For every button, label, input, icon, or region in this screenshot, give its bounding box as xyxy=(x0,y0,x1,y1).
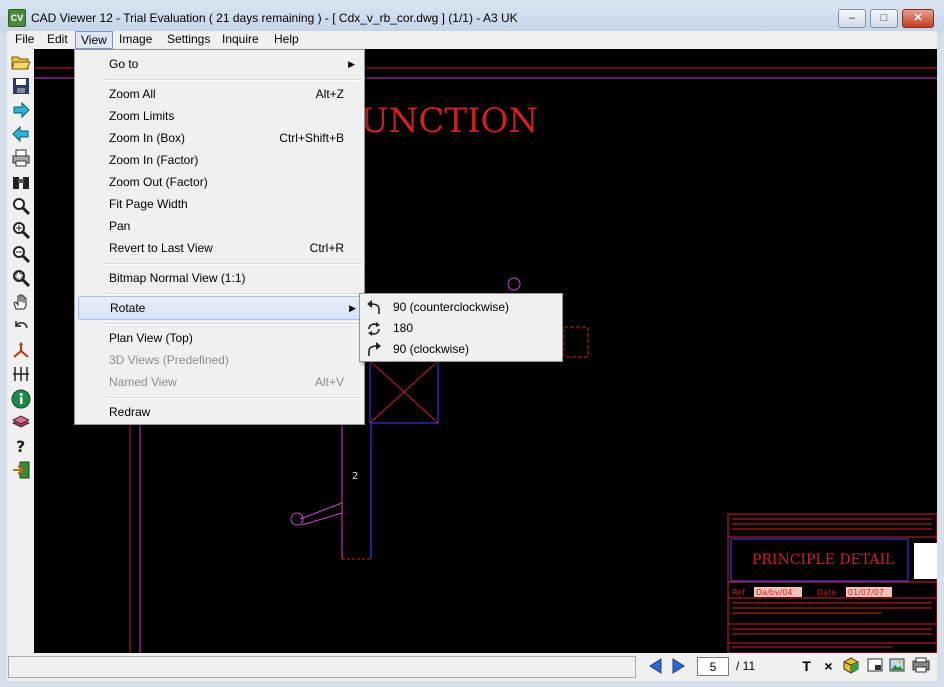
menu-item-zoom-all[interactable]: Zoom All Alt+Z xyxy=(75,83,364,105)
layers-3d-icon[interactable] xyxy=(840,656,861,677)
close-x-icon[interactable]: × xyxy=(818,656,839,677)
maximize-button[interactable]: □ xyxy=(870,9,898,28)
menu-separator xyxy=(105,79,361,81)
text-icon[interactable]: T xyxy=(796,656,817,677)
app-logo-icon: CV xyxy=(8,9,26,27)
menu-item-fit-page-width[interactable]: Fit Page Width xyxy=(75,193,364,215)
menu-separator xyxy=(105,263,361,265)
info-icon[interactable] xyxy=(10,389,31,410)
menu-separator xyxy=(105,323,361,325)
menu-separator xyxy=(105,397,361,399)
window-title: CAD Viewer 12 - Trial Evaluation ( 21 da… xyxy=(31,11,518,25)
menu-file[interactable]: File xyxy=(10,31,39,49)
image-icon[interactable] xyxy=(886,656,907,677)
open-icon[interactable] xyxy=(10,53,31,74)
prev-page-button[interactable] xyxy=(647,657,665,675)
left-toolbar: ? xyxy=(7,49,34,653)
close-button[interactable]: ✕ xyxy=(902,9,934,28)
menu-help[interactable]: Help xyxy=(269,31,304,49)
view-menu: Go to ▶ Zoom All Alt+Z Zoom Limits Zoom In… xyxy=(74,49,365,425)
layers-icon[interactable] xyxy=(10,413,31,434)
menu-item-zoom-out-factor[interactable]: Zoom Out (Factor) xyxy=(75,171,364,193)
rotate-180-icon xyxy=(368,322,380,336)
menu-item-bitmap-normal-view[interactable]: Bitmap Normal View (1:1) xyxy=(75,267,364,289)
menu-settings[interactable]: Settings xyxy=(162,31,215,49)
zoom-icon[interactable] xyxy=(10,197,31,218)
forward-icon[interactable] xyxy=(10,101,31,122)
menu-item-zoom-in-factor[interactable]: Zoom In (Factor) xyxy=(75,149,364,171)
menu-inquire[interactable]: Inquire xyxy=(217,31,264,49)
pan-hand-icon[interactable] xyxy=(10,293,31,314)
page-layout-icon[interactable] xyxy=(864,656,885,677)
menu-edit[interactable]: Edit xyxy=(42,31,73,49)
measure-icon[interactable] xyxy=(10,365,31,386)
rotate-90-cw-item[interactable]: 90 (clockwise) xyxy=(360,339,562,360)
menu-item-pan[interactable]: Pan xyxy=(75,215,364,237)
rotate-180-item[interactable]: 180 xyxy=(360,318,562,339)
undo-icon[interactable] xyxy=(10,317,31,338)
menu-item-zoom-in-box[interactable]: Zoom In (Box) Ctrl+Shift+B xyxy=(75,127,364,149)
ref-value: Da/bv/04 xyxy=(756,588,792,597)
zoom-box-icon[interactable] xyxy=(10,269,31,290)
menu-item-3d-views[interactable]: 3D Views (Predefined) xyxy=(75,349,364,371)
menu-item-revert-last-view[interactable]: Revert to Last View Ctrl+R xyxy=(75,237,364,259)
arrow-left-icon xyxy=(649,658,662,674)
menu-item-named-view[interactable]: Named View Alt+V xyxy=(75,371,364,393)
rotate-submenu: 90 (counterclockwise) 180 90 (clockwise) xyxy=(359,293,563,362)
menu-item-plan-view-top[interactable]: Plan View (Top) xyxy=(75,327,364,349)
save-icon[interactable] xyxy=(10,77,31,98)
page-number-input[interactable] xyxy=(697,657,729,676)
rotate-ccw-icon xyxy=(367,300,380,314)
help-icon[interactable]: ? xyxy=(10,437,31,458)
print-icon[interactable] xyxy=(10,149,31,170)
menu-item-rotate[interactable]: Rotate ▶ xyxy=(78,296,363,320)
axes-icon[interactable] xyxy=(10,341,31,362)
zoom-out-icon[interactable] xyxy=(10,245,31,266)
menu-separator xyxy=(105,293,361,295)
dimension-label: 2 xyxy=(352,471,358,482)
page-total: / 11 xyxy=(736,659,756,673)
title-block-title: PRINCIPLE DETAIL xyxy=(752,552,894,568)
arrow-right-icon xyxy=(672,658,685,674)
rotate-cw-icon xyxy=(368,342,381,356)
zoom-in-icon[interactable] xyxy=(10,221,31,242)
next-page-button[interactable] xyxy=(669,657,687,675)
menu-item-zoom-limits[interactable]: Zoom Limits xyxy=(75,105,364,127)
menu-view[interactable]: View xyxy=(75,31,113,49)
svg-text:?: ? xyxy=(16,437,25,455)
status-text xyxy=(8,656,636,678)
menu-image[interactable]: Image xyxy=(114,31,157,49)
menu-item-redraw[interactable]: Redraw xyxy=(75,401,364,423)
print-preview-icon[interactable] xyxy=(910,656,931,677)
menu-item-go-to[interactable]: Go to ▶ xyxy=(75,53,364,75)
ref-label: Ref xyxy=(732,588,745,597)
binoculars-icon[interactable] xyxy=(10,173,31,194)
menu-bar: File Edit View Image Settings Inquire He… xyxy=(7,31,937,49)
back-icon[interactable] xyxy=(10,125,31,146)
date-label: Date xyxy=(817,588,836,597)
drawing-heading: UNCTION xyxy=(360,101,538,141)
date-value: 01/07/07 xyxy=(848,588,884,597)
exit-icon[interactable] xyxy=(10,461,31,482)
minimize-button[interactable]: – xyxy=(838,9,866,28)
rotate-90-ccw-item[interactable]: 90 (counterclockwise) xyxy=(360,297,562,318)
